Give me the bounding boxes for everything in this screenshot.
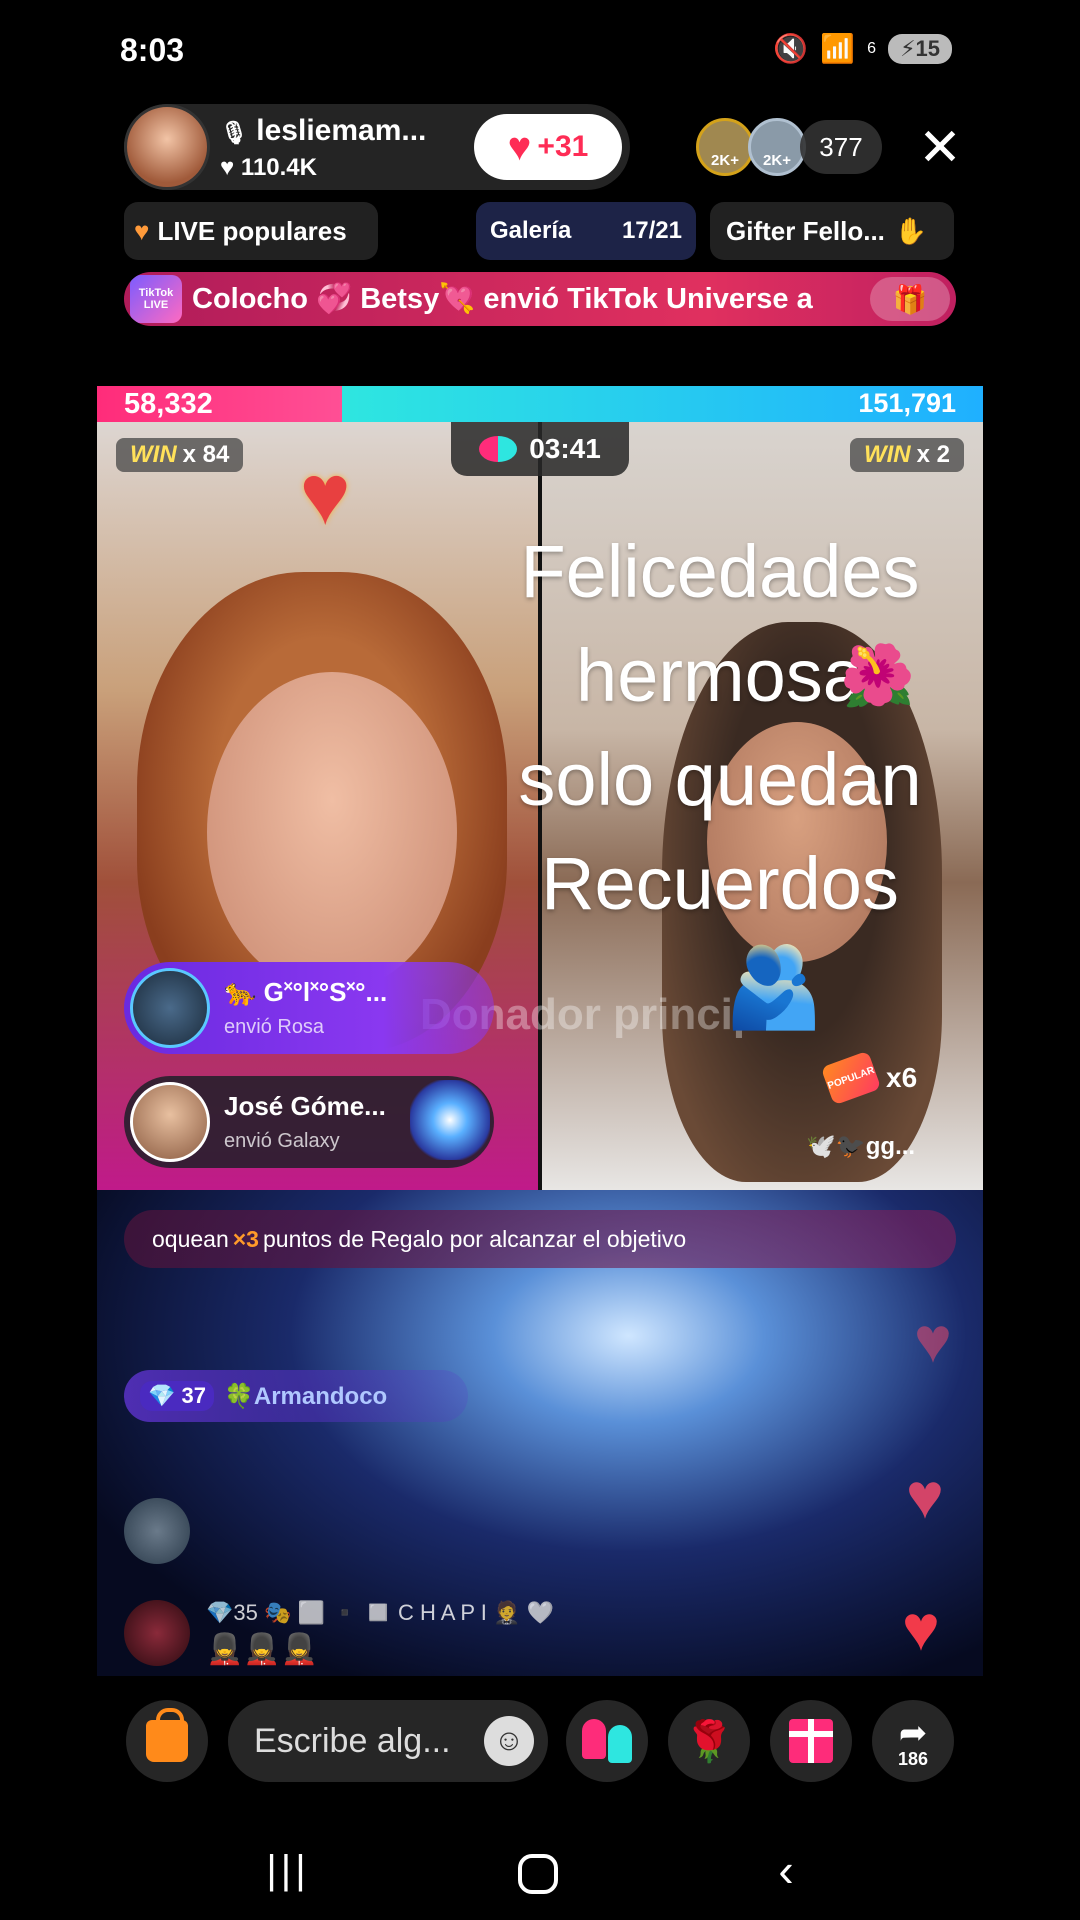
shop-button[interactable] [126,1700,208,1782]
battle-timer: 03:41 [451,422,629,476]
comment-placeholder: Escribe alg... [254,1721,451,1760]
gifter-name: José Góme... [224,1091,386,1121]
gift-button[interactable] [770,1700,852,1782]
hand-icon: ✋ [894,215,928,246]
viewer-avatar[interactable]: 2K+ [696,118,754,176]
signal-label: 6 [867,39,877,57]
comment-input[interactable]: Escribe alg... ☺ [228,1700,548,1782]
share-count: 186 [897,1748,929,1769]
galaxy-gift-icon [410,1080,490,1160]
follow-button[interactable]: ♥ +31 [474,114,622,180]
battle-icon [479,436,518,462]
gift-banner-text: Colocho 💞 Betsy💘 envió TikTok Universe a [192,283,813,315]
battle-score-left: 58,332 [124,388,213,420]
close-icon[interactable]: ✕ [912,120,968,176]
share-icon: ➦ [898,1713,928,1752]
rose-button[interactable]: 🌹 [668,1700,750,1782]
host-face [207,672,457,992]
chat-emojis: 💂‍♀️💂‍♀️💂‍♀️ [206,1633,319,1666]
battery-icon: ⚡15 [888,33,952,64]
chat-message: 💎35 🎭 ⬜ ▪️ ◻️ C H A P I 🤵 🤍 [206,1600,554,1625]
gifter-label: Gifter Fello... [726,215,885,246]
floating-heart-icon: ♥ [914,1304,952,1376]
battery-level: 15 [915,35,940,61]
home-button[interactable] [508,1840,568,1900]
battle-score-right: 151,791 [858,388,956,418]
level-badge: 💎35 [206,1600,258,1625]
back-button[interactable]: ‹ [756,1840,816,1900]
heart-icon: ♥ [220,154,235,181]
gifter-name: 🐆 G˟°l˟°S˟°... [224,977,388,1007]
gifter-avatar[interactable] [130,968,210,1048]
rose-icon: 🌹 [684,1719,734,1764]
live-popular-label: LIVE populares [157,215,347,246]
popular-badge[interactable]: POPULAR x6 [820,1050,918,1106]
gallery-progress: 17/21 [621,217,682,244]
recent-apps-button[interactable]: ||| [258,1840,318,1900]
win-streak-right: WIN x 2 [849,438,964,472]
heart-effect-icon: ♥ [299,447,351,543]
top-viewers[interactable]: 2K+ 2K+ [696,118,808,176]
host-name[interactable]: 🎙 lesliemam... [220,114,426,148]
host-avatar[interactable] [124,104,210,190]
win-streak-left: WIN x 84 [116,438,244,472]
gift-notification[interactable]: 🐆 G˟°l˟°S˟°... envió Rosa [124,962,494,1054]
live-popular-chip[interactable]: ♥ LIVE populares [124,202,378,260]
floating-heart-icon: ♥ [906,1460,944,1532]
gifter-avatar[interactable] [130,1082,210,1162]
commenter-name: 🍀Armandoco [223,1382,388,1410]
hug-icon: 🫂 [724,942,824,1031]
battle-progress-bar [97,386,983,422]
status-time: 8:03 [120,32,185,68]
tiktok-live-badge: TikTok LIVE [130,275,182,323]
join-message[interactable]: 💎 37 🍀Armandoco [124,1370,468,1422]
gift-description: envió Rosa [224,1016,325,1038]
gallery-chip[interactable]: Galería 17/21 [476,202,696,260]
guests-button[interactable] [566,1700,648,1782]
microphone-icon: 🎙 [220,120,248,145]
guest-overlay-text: Felicedades hermosa solo quedan Recuerdo… [518,530,922,925]
host-likes: ♥ 110.4K [220,154,317,181]
chat-avatar[interactable] [124,1498,190,1564]
wifi-icon: 📶 [820,33,856,64]
home-icon [518,1853,558,1894]
popular-count: x6 [886,1062,918,1093]
gift-description: envió Galaxy [224,1130,340,1152]
broken-heart-icon: ♥ [134,215,150,246]
status-bar: 8:03 🔇 📶 6 ⚡15 [0,0,1080,100]
gifter-fellowship-chip[interactable]: Gifter Fello... ✋ [710,202,954,260]
chat-avatar[interactable] [124,1600,190,1666]
mute-icon: 🔇 [773,33,809,64]
gallery-label: Galería [490,217,572,244]
guests-icon [582,1719,632,1763]
gift-banner[interactable]: TikTok LIVE Colocho 💞 Betsy💘 envió TikTo… [124,272,956,326]
gift-icon[interactable]: 🎁 [870,277,950,321]
status-icons: 🔇 📶 6 ⚡15 [773,32,952,65]
floating-heart-icon: ♥ [902,1592,940,1664]
timer-value: 03:41 [529,433,601,464]
follow-label: +31 [537,130,589,163]
emoji-icon[interactable]: ☺ [484,1716,534,1766]
goal-banner: oquean ×3 puntos de Regalo por alcanzar … [124,1210,956,1268]
gift-box-icon [789,1719,833,1763]
shopping-bag-icon [146,1708,188,1762]
share-button[interactable]: ➦ 186 [872,1700,954,1782]
viewer-count[interactable]: 377 [800,120,882,174]
heart-icon: ♥ [507,125,532,169]
guest-tag[interactable]: 🕊️🐦‍⬛gg... [806,1132,915,1161]
popular-icon: POPULAR [820,1050,882,1106]
level-badge: 💎 37 [140,1381,214,1411]
flower-icon: 🌺 [840,642,915,709]
viewer-avatar[interactable]: 2K+ [748,118,806,176]
